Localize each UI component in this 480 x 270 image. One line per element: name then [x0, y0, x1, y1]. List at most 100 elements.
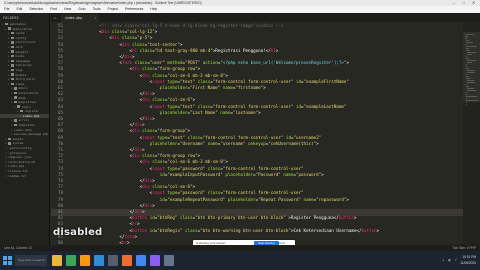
menu-item-view[interactable]: View [64, 7, 71, 11]
folder-icon [11, 59, 14, 62]
folder-icon [11, 36, 14, 39]
system-tray-icons[interactable]: ▴ ◧ ♪ [442, 258, 458, 262]
folder-icon [11, 82, 14, 85]
code-text: <button id="btnReg" class="btn btn-prima… [69, 215, 357, 221]
code-text: <div class="text-center"> [69, 41, 183, 47]
tab-scroll-arrows-icon[interactable]: ◂▸ [53, 14, 57, 22]
minimap-line [464, 36, 468, 37]
minimap-line [466, 54, 472, 55]
media-app-icon[interactable] [150, 255, 160, 266]
sidebar-item-label: login [21, 104, 31, 109]
code-text: <input type="password" class="form-contr… [69, 165, 304, 171]
minimap-line [465, 38, 468, 39]
sidebar-item-label: Registrasi [18, 100, 37, 105]
windows-start-icon[interactable] [3, 256, 12, 265]
sidebar-item-label: .editorconfig [8, 146, 32, 151]
sidebar-item-label: third_party [15, 77, 36, 82]
code-text: <div class="p-5"> [69, 35, 153, 41]
sidebar-item-label: logs [15, 67, 23, 72]
browser-app-icon[interactable] [136, 255, 146, 266]
explorer-app-icon[interactable] [52, 255, 62, 266]
code-text: <div class="form-group"> [69, 128, 191, 134]
tab-close-icon[interactable]: × [94, 14, 96, 22]
menu-item-tools[interactable]: Tools [93, 7, 101, 11]
code-text: <div class="form-group row"> [69, 153, 201, 159]
minimap-line [465, 100, 478, 101]
folder-icon [11, 31, 14, 35]
minimap-line [466, 82, 475, 83]
code-text: placeholder="Username" name="username" o… [149, 140, 319, 146]
minimap-line [465, 74, 467, 75]
minimap-line [466, 84, 467, 85]
chrome-app-icon[interactable] [66, 255, 76, 266]
code-text: <div class="col-sm-6"> [69, 184, 196, 190]
taskbar-clock[interactable]: 10:31 PM 11/06/2020 [460, 255, 476, 266]
sidebar-item-label: helpers [15, 49, 29, 54]
sidebar-item-label: index.php [23, 113, 40, 118]
folder-icon [17, 105, 20, 108]
status-position: Line 81, Column 13 [4, 246, 32, 250]
code-text: <div class="col-sm-6 mb-3 mb-sm-0"> [69, 159, 228, 165]
minimap-line [465, 40, 469, 41]
sidebar-item-label: license.txt [8, 169, 28, 173]
sidebar-item-label: Admin [18, 86, 28, 91]
sidebar-file[interactable]: ▫readme.rst [0, 174, 49, 179]
sublime-app-icon[interactable] [80, 255, 90, 266]
folder-icon [14, 87, 17, 90]
code-text: </div> [69, 116, 155, 121]
cmd-app-icon[interactable] [108, 255, 118, 266]
menu-item-find[interactable]: Find [50, 7, 57, 11]
taskbar: Type here to search ▴ ◧ ♪ 10:31 PM 11/06… [0, 251, 480, 270]
xampp-app-icon[interactable] [122, 255, 132, 266]
folder-icon [11, 50, 14, 53]
minimap-line [466, 60, 476, 61]
folder-icon [11, 77, 14, 81]
sidebar-item-label: .gitignore [8, 150, 27, 155]
minimap-line [466, 50, 471, 51]
file-tree: ▸ sekolahku ▸ application ▸ cache ▸ config ▸ cont… [0, 22, 49, 178]
minimap-line [466, 86, 469, 87]
menu-item-file[interactable]: File [4, 7, 9, 11]
sidebar-item-label: sekolahku [9, 22, 26, 26]
sidebar-item-label: contributing.md [8, 159, 36, 164]
sidebar-item-label: register [24, 109, 39, 114]
vscode-app-icon[interactable] [94, 255, 104, 266]
minimap-line [465, 46, 477, 47]
code-text: <button id="btnRegis" class="btn btn-war… [69, 227, 380, 233]
minimap-line [465, 94, 467, 95]
tab-index-php[interactable]: index.php × [61, 14, 99, 22]
folder-icon [8, 27, 11, 30]
settings-app-icon[interactable] [164, 255, 174, 266]
minimap-line [466, 80, 474, 81]
minimap-line [466, 58, 469, 59]
minimap-line [466, 92, 467, 93]
code-text: </div> [69, 209, 145, 214]
code-text: id="exampleInputPassword" placeholder="P… [159, 171, 324, 177]
sidebar-item-label: errors [18, 118, 30, 123]
menu-item-preferences[interactable]: Preferences [125, 7, 143, 11]
menu-item-selection[interactable]: Selection [29, 7, 43, 11]
folder-icon [8, 137, 11, 141]
code-text: <form class="user" method="POST" action=… [69, 60, 350, 66]
code-text: </div> [69, 54, 135, 59]
taskbar-search-input[interactable]: Type here to search [15, 255, 47, 266]
code-text: <h1 class="h4 text-gray-900 mb-4">Regist… [69, 47, 279, 53]
folder-icon [11, 41, 14, 44]
minimap-line [466, 56, 467, 57]
menu-item-project[interactable]: Project [107, 7, 118, 11]
folder-icon [8, 142, 11, 145]
menu-item-edit[interactable]: Edit [16, 7, 22, 11]
sidebar-item-label: core [15, 44, 23, 49]
minimap[interactable] [463, 22, 480, 245]
minimap-line [466, 64, 467, 65]
sidebar-item-label: Home [18, 95, 26, 100]
sidebar-item-label: templates [18, 123, 35, 128]
code-editor[interactable]: 51 <!-- <div class="col-lg-5 d-none d-lg… [51, 22, 463, 245]
menu-item-help[interactable]: Help [150, 7, 157, 11]
folder-icon [11, 64, 14, 67]
menu-item-goto[interactable]: Goto [78, 7, 85, 11]
sidebar-item-label: models [15, 72, 27, 77]
minimap-line [465, 102, 467, 103]
code-text: <input type="text" class="form-control f… [69, 103, 347, 109]
folder-icon [14, 119, 17, 122]
